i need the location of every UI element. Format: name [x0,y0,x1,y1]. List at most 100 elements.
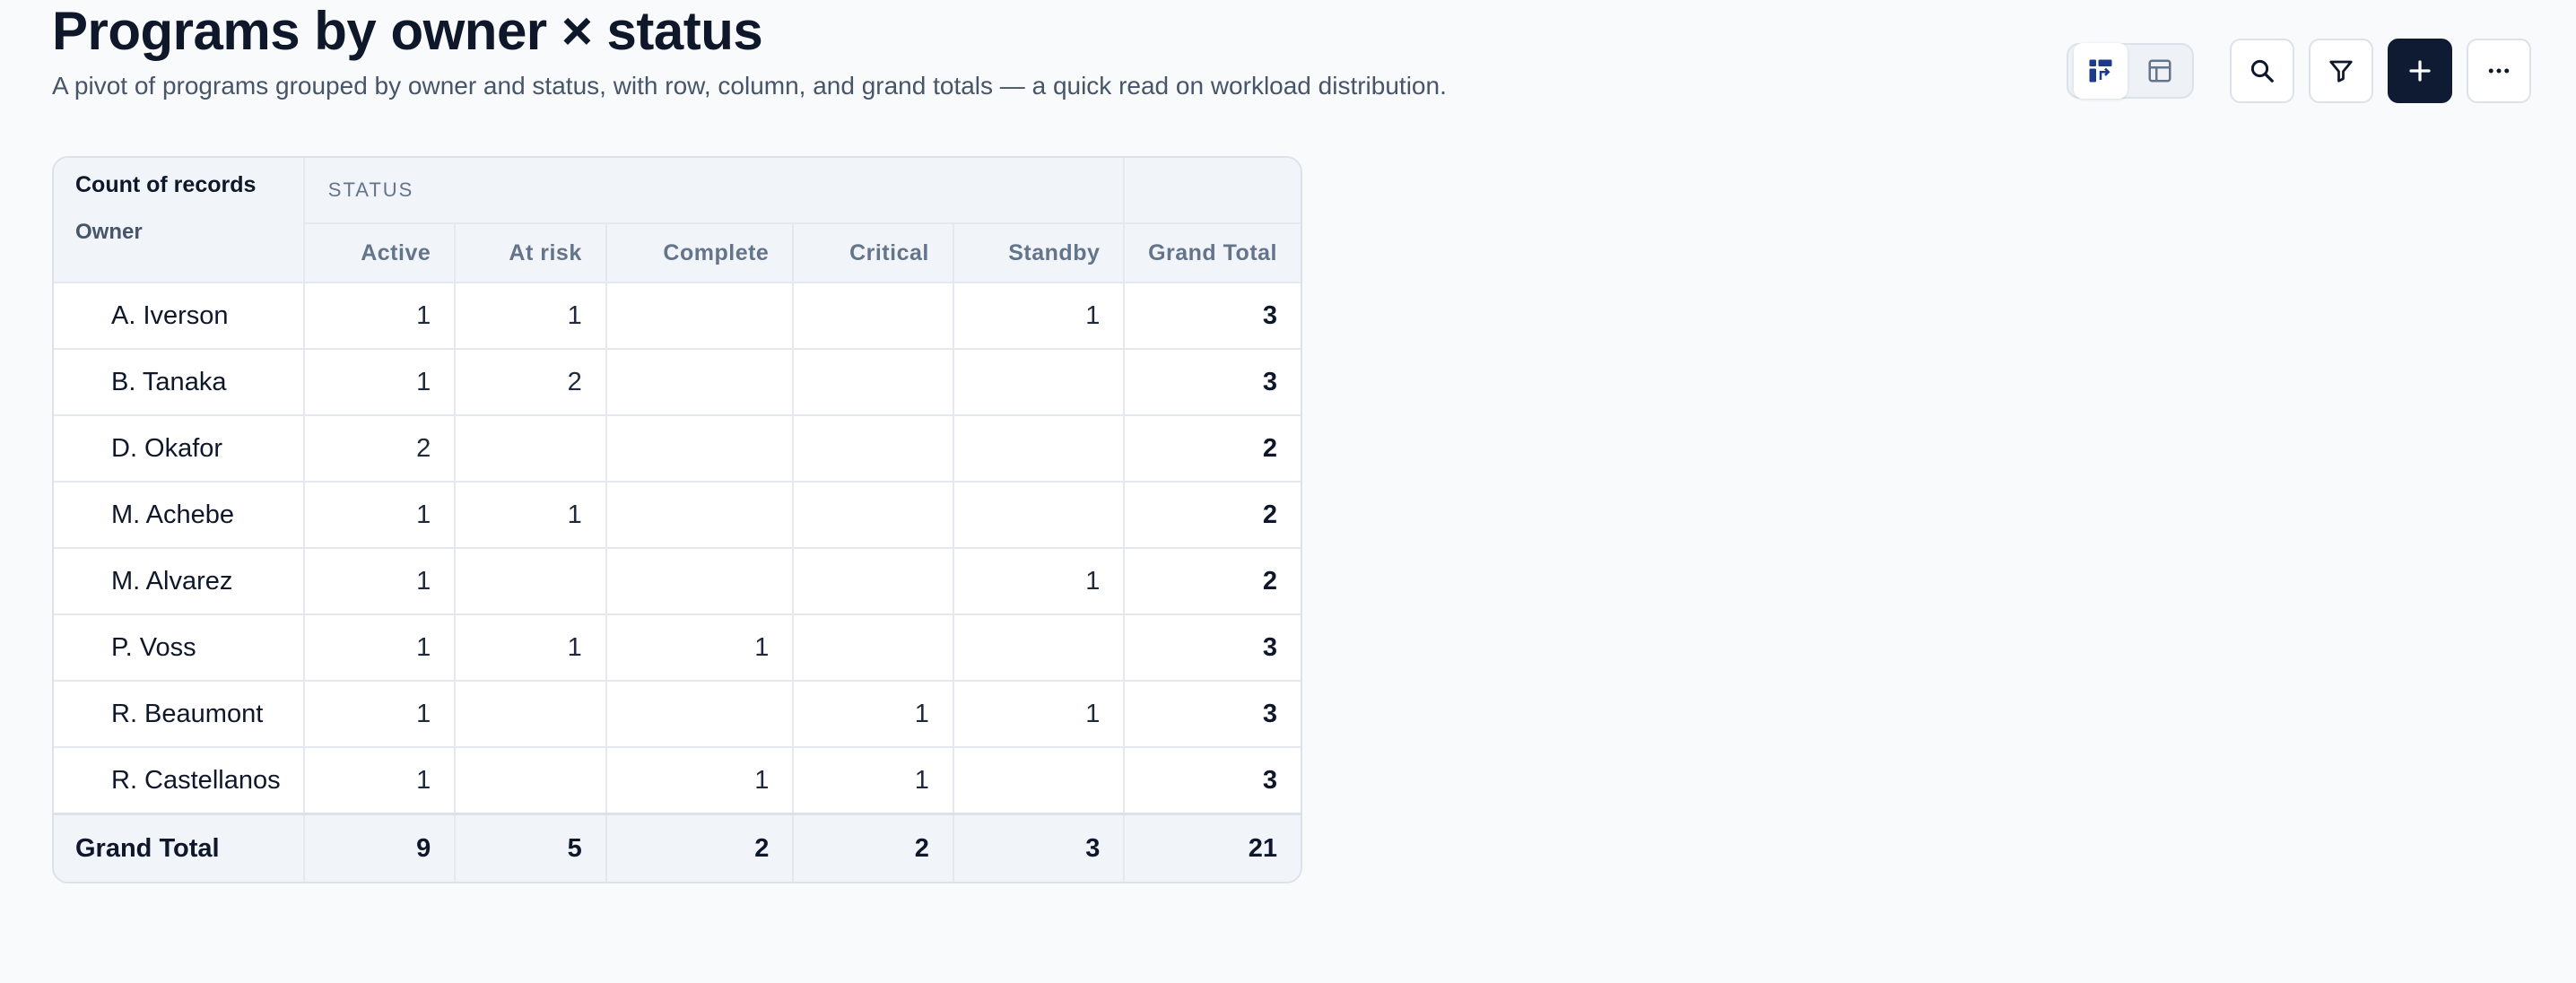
value-cell: 1 [793,747,954,815]
value-cell: 1 [303,548,457,615]
owner-cell: P. Voss [54,614,305,682]
value-cell [605,482,795,549]
value-cell: 1 [953,283,1126,350]
value-cell: 1 [605,747,795,815]
row-total-cell: 3 [1124,283,1301,350]
pivot-table: Count of records Owner STATUS Active At … [52,156,1302,883]
row-dimension-label: Owner [75,220,143,244]
owner-cell: M. Achebe [54,482,305,549]
table-row[interactable]: M. Achebe 1 1 2 [54,482,1301,549]
header-spacer [1124,158,1301,224]
table-row[interactable]: D. Okafor 2 2 [54,415,1301,483]
value-cell [953,349,1126,416]
owner-cell: D. Okafor [54,415,305,483]
value-cell: 1 [303,283,457,350]
pivot-icon [2089,59,2112,83]
row-total-cell: 3 [1124,614,1301,682]
value-cell [793,482,954,549]
row-total-cell: 3 [1124,349,1301,416]
view-toggle [2067,43,2194,99]
owner-cell: R. Castellanos [54,747,305,815]
value-cell: 1 [303,681,457,748]
table-row[interactable]: B. Tanaka 1 2 3 [54,349,1301,416]
filter-icon [2329,60,2353,83]
value-cell: 1 [605,614,795,682]
value-cell [605,415,795,483]
toolbar [2067,38,2531,104]
owner-cell: R. Beaumont [54,681,305,748]
page-title: Programs by owner × status [52,1,763,61]
grand-total-header[interactable]: Grand Total [1124,223,1301,283]
column-dimension-label: STATUS [303,158,1126,224]
more-button[interactable] [2467,39,2531,103]
value-cell [605,681,795,748]
plus-icon [2409,60,2431,82]
value-cell: 1 [303,614,457,682]
column-header[interactable]: Complete [605,223,795,283]
value-cell [953,747,1126,815]
row-total-cell: 3 [1124,681,1301,748]
table-row[interactable]: R. Castellanos 1 1 1 3 [54,747,1301,815]
value-cell [953,614,1126,682]
value-cell: 1 [455,614,607,682]
value-cell [455,415,607,483]
search-icon [2250,59,2274,83]
value-cell [953,415,1126,483]
grand-total-label: Grand Total [54,813,305,882]
value-cell [793,415,954,483]
value-cell: 1 [455,482,607,549]
owner-cell: A. Iverson [54,283,305,350]
value-cell [605,548,795,615]
column-header[interactable]: Active [303,223,457,283]
value-cell: 1 [303,349,457,416]
table-row[interactable]: M. Alvarez 1 1 2 [54,548,1301,615]
column-total-cell: 2 [605,813,795,882]
column-total-cell: 9 [303,813,457,882]
table-row[interactable]: A. Iverson 1 1 1 3 [54,283,1301,350]
value-cell: 1 [953,681,1126,748]
pivot-view-button[interactable] [2074,43,2128,99]
corner-title: Count of records [75,172,257,197]
column-total-cell: 3 [953,813,1126,882]
value-cell: 2 [303,415,457,483]
column-total-cell: 5 [455,813,607,882]
add-button[interactable] [2388,39,2452,103]
value-cell: 1 [455,283,607,350]
table-icon [2148,59,2171,83]
grand-total-value: 21 [1124,813,1301,882]
value-cell: 1 [953,548,1126,615]
table-view-button[interactable] [2133,43,2187,99]
value-cell: 1 [303,747,457,815]
value-cell [793,614,954,682]
value-cell [793,349,954,416]
grand-total-row: Grand Total 9 5 2 2 3 21 [54,813,1301,882]
table-row[interactable]: P. Voss 1 1 1 3 [54,614,1301,682]
column-header[interactable]: At risk [455,223,607,283]
row-total-cell: 2 [1124,415,1301,483]
value-cell [605,349,795,416]
owner-cell: M. Alvarez [54,548,305,615]
column-total-cell: 2 [793,813,954,882]
search-button[interactable] [2230,39,2294,103]
value-cell [605,283,795,350]
value-cell [455,747,607,815]
row-total-cell: 2 [1124,482,1301,549]
value-cell: 1 [303,482,457,549]
column-header[interactable]: Standby [953,223,1126,283]
value-cell: 2 [455,349,607,416]
filter-button[interactable] [2309,39,2373,103]
table-row[interactable]: R. Beaumont 1 1 1 3 [54,681,1301,748]
pivot-corner: Count of records Owner [54,158,305,283]
row-total-cell: 3 [1124,747,1301,815]
value-cell [793,283,954,350]
row-total-cell: 2 [1124,548,1301,615]
value-cell [455,548,607,615]
page-subtitle: A pivot of programs grouped by owner and… [52,72,1447,100]
column-header[interactable]: Critical [793,223,954,283]
owner-cell: B. Tanaka [54,349,305,416]
value-cell [953,482,1126,549]
value-cell [455,681,607,748]
value-cell [793,548,954,615]
more-icon [2488,68,2510,74]
value-cell: 1 [793,681,954,748]
